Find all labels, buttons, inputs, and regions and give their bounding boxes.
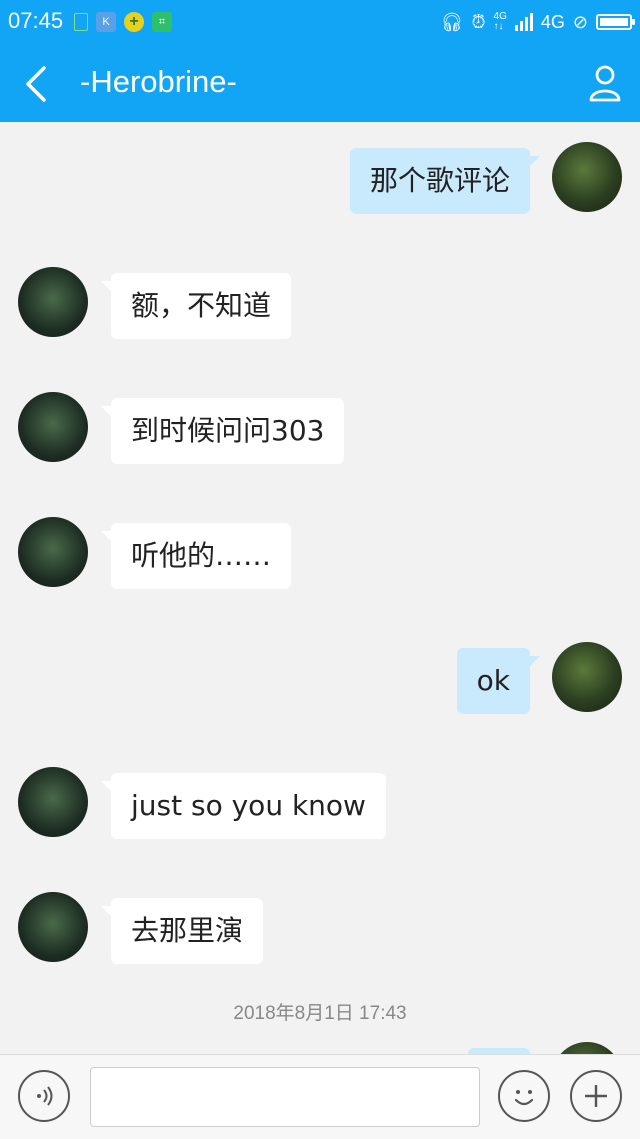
plus-icon[interactable] [570,1070,622,1122]
network-type: 4G [540,11,565,32]
dnd-icon: ⊘ [572,11,588,32]
top-bar: 07:45 K + ⌗ 🎧︎ ⏰︎ 4G ↑↓ 4G ⊘ -Herobrine- [0,0,640,122]
app-k-icon: K [96,12,116,32]
sim-icon [74,13,88,31]
battery-icon [596,14,635,30]
status-bar: 07:45 K + ⌗ 🎧︎ ⏰︎ 4G ↑↓ 4G ⊘ [0,0,640,44]
profile-icon[interactable] [588,64,622,102]
message-bubble-incoming[interactable]: 到时候问问303 [100,398,345,464]
my-avatar[interactable] [552,142,622,212]
alarm-icon: ⏰︎ [471,11,486,32]
message-bubble-outgoing[interactable]: ok [456,648,541,714]
chat-area[interactable]: 那个歌评论 额，不知道 到时候问问303 听他的…… ok just so yo… [0,122,640,1054]
message-bubble-incoming[interactable]: 去那里演 [100,898,264,964]
peer-avatar[interactable] [18,892,88,962]
voice-icon[interactable] [18,1070,70,1122]
status-time: 07:45 [8,8,64,33]
composer-bar [0,1054,640,1139]
signal-icon: 4G ↑↓ [493,11,507,32]
status-right: 🎧︎ ⏰︎ 4G ↑↓ 4G ⊘ [440,8,635,36]
scan-icon: ⌗ [152,12,172,32]
chat-title: -Herobrine- [80,64,237,99]
headphone-icon: 🎧︎ [440,11,464,32]
emoji-icon[interactable] [498,1070,550,1122]
peer-avatar[interactable] [18,392,88,462]
app-plus-icon: + [124,12,144,32]
peer-avatar[interactable] [18,767,88,837]
message-bubble-incoming[interactable]: 额，不知道 [100,273,292,339]
peer-avatar[interactable] [18,267,88,337]
message-bubble-incoming[interactable]: 听他的…… [100,523,292,589]
message-bubble-outgoing[interactable]: 那个歌评论 [349,148,541,214]
chat-timestamp: 2018年8月1日 17:43 [233,1003,407,1024]
message-bubble-incoming[interactable]: just so you know [101,773,386,839]
my-avatar[interactable] [552,1042,622,1054]
nav-bar: -Herobrine- [0,44,640,122]
message-input[interactable] [90,1067,480,1127]
peer-avatar[interactable] [18,517,88,587]
my-avatar[interactable] [552,642,622,712]
notification-icons: K + ⌗ [74,10,172,34]
signal-bars-icon [514,13,533,31]
back-arrow-icon[interactable] [22,64,52,104]
